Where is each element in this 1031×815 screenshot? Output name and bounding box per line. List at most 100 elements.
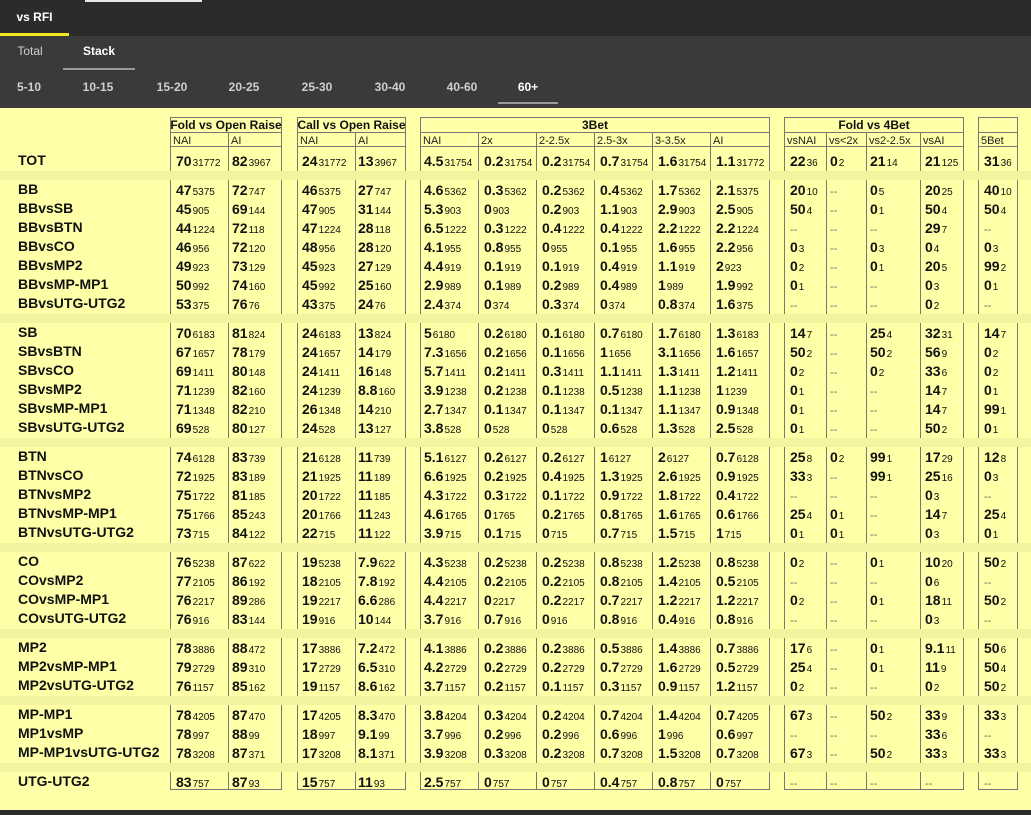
tab-vs-rfi[interactable]: vs RFI <box>0 0 69 36</box>
table-cell: 02 <box>790 592 804 610</box>
cell-value: -- <box>870 424 878 436</box>
table-cell: -- <box>830 277 837 295</box>
cell-sample-count: 1239 <box>318 387 341 398</box>
table-cell: 1.76180 <box>658 325 701 343</box>
cell-sample-count: 2105 <box>318 578 341 589</box>
cell-value: 10 <box>358 611 374 627</box>
cell-sample-count: 955 <box>444 244 462 255</box>
row-label-covsmp-mp1: COvsMP-MP1 <box>18 591 110 607</box>
cell-value: 87 <box>232 554 248 570</box>
table-cell: 0.74205 <box>716 707 759 725</box>
cell-value: 17 <box>925 449 941 465</box>
cell-value: 0.2 <box>542 745 562 761</box>
cell-value: 45 <box>302 258 318 274</box>
cell-value: 0 <box>925 487 933 503</box>
table-cell: 691411 <box>176 363 214 381</box>
cell-value: 0 <box>870 554 878 570</box>
cell-sample-count: 5238 <box>736 559 759 570</box>
cell-value: 33 <box>984 745 1000 761</box>
tab-30-40[interactable]: 30-40 <box>355 70 425 106</box>
cell-sample-count: 1347 <box>504 406 527 417</box>
table-cell: 0374 <box>484 296 509 314</box>
cell-sample-count: 2 <box>798 683 805 694</box>
cell-value: 2 <box>658 449 666 465</box>
cell-value: 2.2 <box>658 220 678 236</box>
tab-10-15[interactable]: 10-15 <box>63 70 133 106</box>
cell-value: -- <box>830 491 838 503</box>
cell-value: 0.3 <box>542 363 562 379</box>
table-cell: 7.9622 <box>358 554 395 572</box>
table-cell: 03 <box>790 239 804 257</box>
table-cell: 50992 <box>176 277 209 295</box>
cell-sample-count: 4205 <box>318 712 341 723</box>
table-cell: 254 <box>790 659 812 677</box>
cell-value: 0.2 <box>484 344 504 360</box>
table-cell: 751722 <box>176 487 215 505</box>
table-cell: 0916 <box>542 611 567 629</box>
cell-value: 0.7 <box>600 659 620 675</box>
tab-40-60[interactable]: 40-60 <box>427 70 497 106</box>
cell-sample-count: 1157 <box>444 683 466 694</box>
cell-sample-count: 824 <box>248 330 266 341</box>
column-divider <box>355 133 356 790</box>
cell-value: 3.7 <box>424 611 444 627</box>
row-label-mp2vsutg-utg2: MP2vsUTG-UTG2 <box>18 677 134 693</box>
cell-value: 17 <box>302 707 318 723</box>
cell-sample-count: 6180 <box>620 330 643 341</box>
tab-60-plus[interactable]: 60+ <box>498 70 558 104</box>
group-header-divider <box>170 132 282 133</box>
cell-value: 0.6 <box>716 726 736 742</box>
table-cell: 0757 <box>542 774 567 792</box>
table-cell: 43375 <box>302 296 335 314</box>
table-cell: 2114 <box>870 153 898 171</box>
cell-value: -- <box>984 300 992 312</box>
cell-value: 25 <box>925 468 941 484</box>
cell-value: 79 <box>176 659 192 675</box>
tab-20-25[interactable]: 20-25 <box>209 70 279 106</box>
table-cell: 2236 <box>790 153 818 171</box>
cell-value: 0 <box>925 296 933 312</box>
cell-value: 21 <box>302 449 318 465</box>
cell-value: 0.1 <box>542 401 562 417</box>
row-label-covsutg-utg2: COvsUTG-UTG2 <box>18 610 127 626</box>
tab-15-20[interactable]: 15-20 <box>137 70 207 106</box>
cell-sample-count: 992 <box>736 282 754 293</box>
table-cell: -- <box>830 774 837 792</box>
cell-value: 0 <box>790 239 798 255</box>
table-cell: 24528 <box>302 420 335 438</box>
table-cell: -- <box>870 220 877 238</box>
cell-value: 0.1 <box>600 401 620 417</box>
cell-sample-count: 5238 <box>192 559 215 570</box>
row-label-sb: SB <box>18 324 38 340</box>
cell-sample-count: 144 <box>248 616 266 627</box>
cell-value: 50 <box>925 420 941 436</box>
cell-value: 8.6 <box>358 678 378 694</box>
cell-sample-count: 1 <box>798 282 805 293</box>
tab-25-30[interactable]: 25-30 <box>282 70 352 106</box>
tab-stack[interactable]: Stack <box>63 36 135 70</box>
cell-value: 20 <box>302 487 318 503</box>
table-cell: 11185 <box>358 487 391 505</box>
cell-value: 72 <box>232 239 248 255</box>
cell-sample-count: 1238 <box>678 387 701 398</box>
table-cell: 84122 <box>232 525 265 543</box>
tab-total[interactable]: Total <box>0 36 60 70</box>
cell-value: 4.5 <box>424 153 444 169</box>
cell-value: 0 <box>984 468 992 484</box>
table-cell: 673 <box>790 745 812 763</box>
cell-value: 45 <box>176 201 192 217</box>
cell-sample-count: 1222 <box>444 225 467 236</box>
cell-value: 2.2 <box>716 239 736 255</box>
cell-value: 82 <box>232 401 248 417</box>
cell-value: 14 <box>925 506 941 522</box>
cell-sample-count: 7 <box>941 225 948 236</box>
table-cell: 1.21157 <box>716 678 758 696</box>
tab-5-10[interactable]: 5-10 <box>0 70 58 106</box>
cell-value: 0.1 <box>484 525 504 541</box>
table-cell: 0.52105 <box>716 573 759 591</box>
cell-sample-count: 16 <box>941 473 953 484</box>
cell-value: 72 <box>232 220 248 236</box>
cell-sample-count: 1925 <box>318 473 341 484</box>
cell-value: 0.7 <box>716 745 736 761</box>
table-cell: 1715 <box>716 525 741 543</box>
